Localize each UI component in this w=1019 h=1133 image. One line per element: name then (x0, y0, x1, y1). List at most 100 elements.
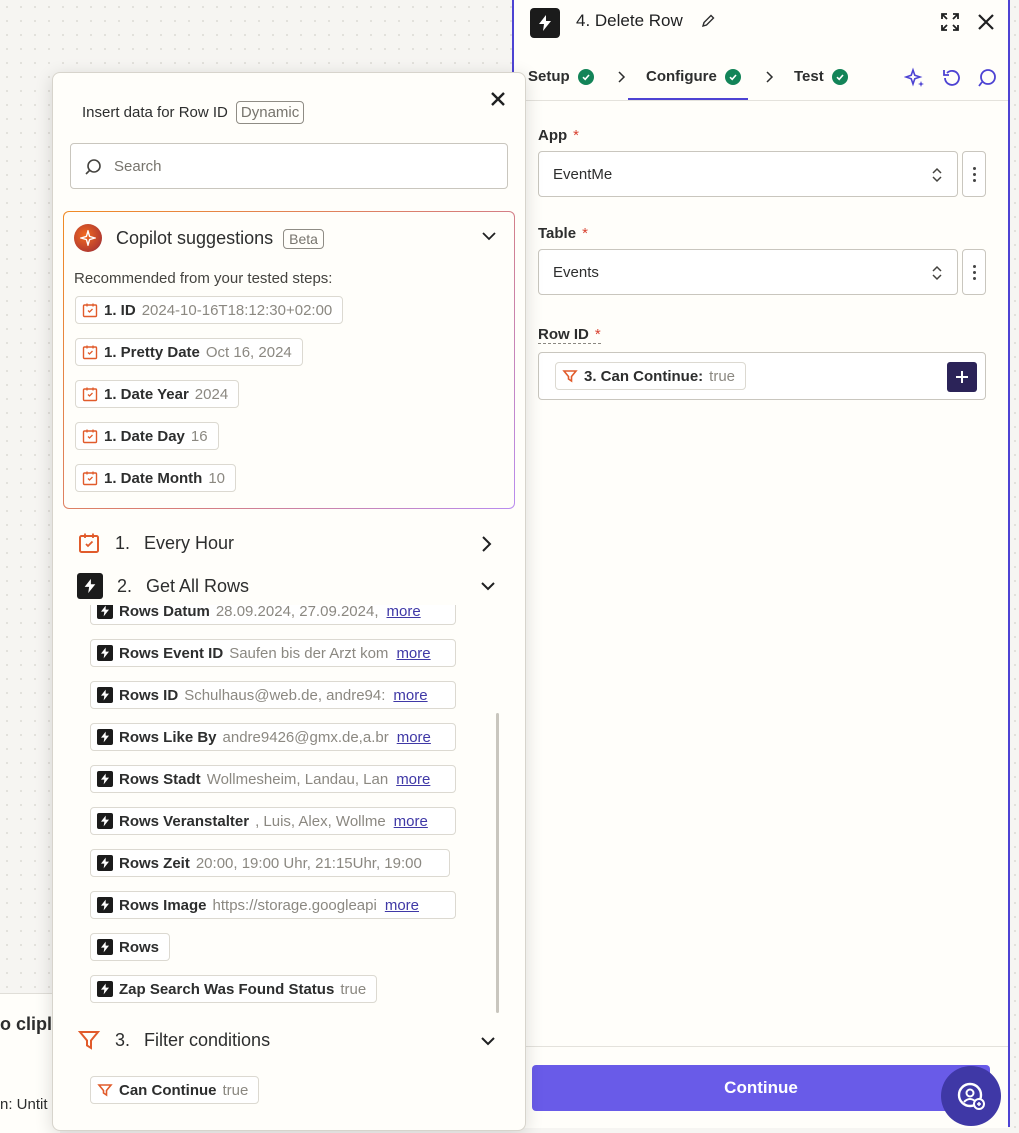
more-link[interactable]: more (397, 729, 431, 746)
more-link[interactable]: more (396, 645, 430, 662)
filter-icon (97, 1084, 113, 1097)
sparkle-icon[interactable] (904, 67, 926, 89)
label-text: App (538, 127, 568, 144)
suggestion-item[interactable]: 1. Date Year 2024 (75, 380, 240, 408)
data-field-item[interactable]: Zap Search Was Found Status true (90, 975, 378, 1003)
table-select[interactable]: Events (538, 249, 958, 295)
more-link[interactable]: more (393, 687, 427, 704)
get-all-rows-field-list[interactable]: Rows Datum 28.09.2024, 27.09.2024, more … (53, 605, 525, 1015)
close-panel-icon[interactable] (976, 12, 996, 32)
app-select-value: EventMe (553, 166, 613, 183)
section-number: 2. (117, 575, 133, 596)
suggestion-value: 2024-10-16T18:12:30+02:00 (141, 301, 333, 319)
suggestion-label: 1. Pretty Date (104, 343, 200, 361)
app-logo-icon (97, 605, 113, 619)
field-label: Rows Like By (119, 728, 217, 746)
data-field-item[interactable]: Rows Veranstalter , Luis, Alex, Wollme m… (90, 807, 456, 835)
app-logo-icon (97, 939, 113, 955)
search-placeholder: Search (114, 158, 162, 175)
field-label: Rows Stadt (119, 770, 201, 788)
tab-setup[interactable]: Setup (528, 68, 594, 85)
label-text: Table (538, 225, 577, 242)
field-value: 28.09.2024, 27.09.2024, (215, 605, 379, 620)
copilot-suggestions-panel: Copilot suggestions Beta Recommended fro… (63, 211, 515, 509)
suggestion-label: 1. ID (104, 301, 136, 319)
data-field-item[interactable]: Rows (90, 933, 171, 961)
tab-configure[interactable]: Configure (646, 68, 741, 85)
calendar-icon (79, 533, 99, 553)
scrollbar[interactable] (496, 713, 499, 1013)
app-logo-icon (530, 8, 560, 38)
app-more-menu-icon[interactable] (962, 151, 986, 197)
more-link[interactable]: more (385, 897, 419, 914)
copilot-title: Copilot suggestions Beta (116, 228, 324, 249)
section-filter-conditions[interactable]: 3. Filter conditions (77, 1028, 270, 1052)
field-value: https://storage.googleapi (212, 896, 377, 914)
app-logo-icon (97, 687, 113, 703)
field-value: Wollmesheim, Landau, Lan (206, 770, 389, 788)
data-field-item[interactable]: Rows Zeit 20:00, 19:00 Uhr, 21:15Uhr, 19… (90, 849, 450, 877)
continue-button[interactable]: Continue (532, 1065, 990, 1111)
suggestion-item[interactable]: 1. Date Month 10 (75, 464, 237, 492)
data-field-item[interactable]: Rows Image https://storage.googleapi mor… (90, 891, 456, 919)
copilot-title-text: Copilot suggestions (116, 228, 274, 248)
field-label: Rows (119, 938, 160, 956)
filter-icon (562, 370, 578, 383)
comment-icon[interactable] (976, 67, 998, 89)
data-field-item[interactable]: Rows Event ID Saufen bis der Arzt kom mo… (90, 639, 456, 667)
data-field-item[interactable]: Rows Like By andre9426@gmx.de,a.br more (90, 723, 456, 751)
field-label: Zap Search Was Found Status (119, 980, 335, 998)
check-icon (577, 68, 594, 85)
edit-title-icon[interactable] (700, 13, 716, 29)
chevron-right-icon[interactable] (480, 535, 492, 553)
chevron-down-icon[interactable] (480, 1035, 496, 1047)
history-icon[interactable] (940, 67, 962, 89)
data-field-item[interactable]: Can Continue true (90, 1076, 260, 1104)
table-more-menu-icon[interactable] (962, 249, 986, 295)
table-select-value: Events (553, 264, 599, 281)
more-link[interactable]: more (396, 771, 430, 788)
help-button[interactable] (941, 1066, 1001, 1126)
app-logo-icon (97, 813, 113, 829)
field-value: , Luis, Alex, Wollme (255, 812, 386, 830)
tab-label: Configure (646, 68, 717, 85)
popover-title-text: Insert data for Row ID (82, 104, 228, 121)
chevron-down-icon[interactable] (480, 580, 496, 592)
app-logo-icon (97, 771, 113, 787)
copilot-logo-icon (74, 224, 102, 252)
app-select[interactable]: EventMe (538, 151, 958, 197)
rowid-input[interactable]: 3. Can Continue: true (538, 352, 986, 400)
section-get-all-rows[interactable]: 2. Get All Rows (77, 573, 249, 599)
field-label: Rows Datum (119, 605, 210, 620)
rowid-token[interactable]: 3. Can Continue: true (555, 362, 747, 390)
search-input[interactable]: Search (70, 143, 508, 189)
data-field-item[interactable]: Rows Stadt Wollmesheim, Landau, Lan more (90, 765, 456, 793)
suggestion-item[interactable]: 1. Pretty Date Oct 16, 2024 (75, 338, 303, 366)
suggestion-item[interactable]: 1. ID 2024-10-16T18:12:30+02:00 (75, 296, 344, 324)
app-logo-icon (97, 729, 113, 745)
app-logo-icon (97, 897, 113, 913)
tab-test[interactable]: Test (794, 68, 848, 85)
app-logo-icon (97, 981, 113, 997)
suggestion-value: Oct 16, 2024 (205, 343, 292, 361)
suggestion-item[interactable]: 1. Date Day 16 (75, 422, 219, 450)
close-icon[interactable] (488, 89, 508, 109)
data-field-item[interactable]: Rows Datum 28.09.2024, 27.09.2024, more (90, 605, 456, 625)
chevron-down-icon[interactable] (481, 230, 497, 242)
section-every-hour[interactable]: 1. Every Hour (77, 531, 234, 555)
field-label: Rows Event ID (119, 644, 224, 662)
section-title: Every Hour (144, 532, 235, 553)
insert-data-button[interactable] (947, 362, 977, 392)
search-icon (84, 158, 102, 176)
expand-icon[interactable] (940, 12, 960, 32)
suggestion-value: 16 (190, 427, 208, 445)
more-link[interactable]: more (394, 813, 428, 830)
table-field-label: Table * (538, 225, 588, 242)
app-logo-icon (97, 645, 113, 661)
active-tab-indicator (628, 98, 748, 100)
data-field-item[interactable]: Rows ID Schulhaus@web.de, andre94: more (90, 681, 456, 709)
more-link[interactable]: more (387, 605, 421, 620)
step-editor-panel: 4. Delete Row Setup Configure Test App *… (512, 0, 1010, 1128)
background-panel-fragment: o clipl n: Untit (0, 993, 60, 1133)
step-title[interactable]: 4. Delete Row (576, 11, 683, 31)
